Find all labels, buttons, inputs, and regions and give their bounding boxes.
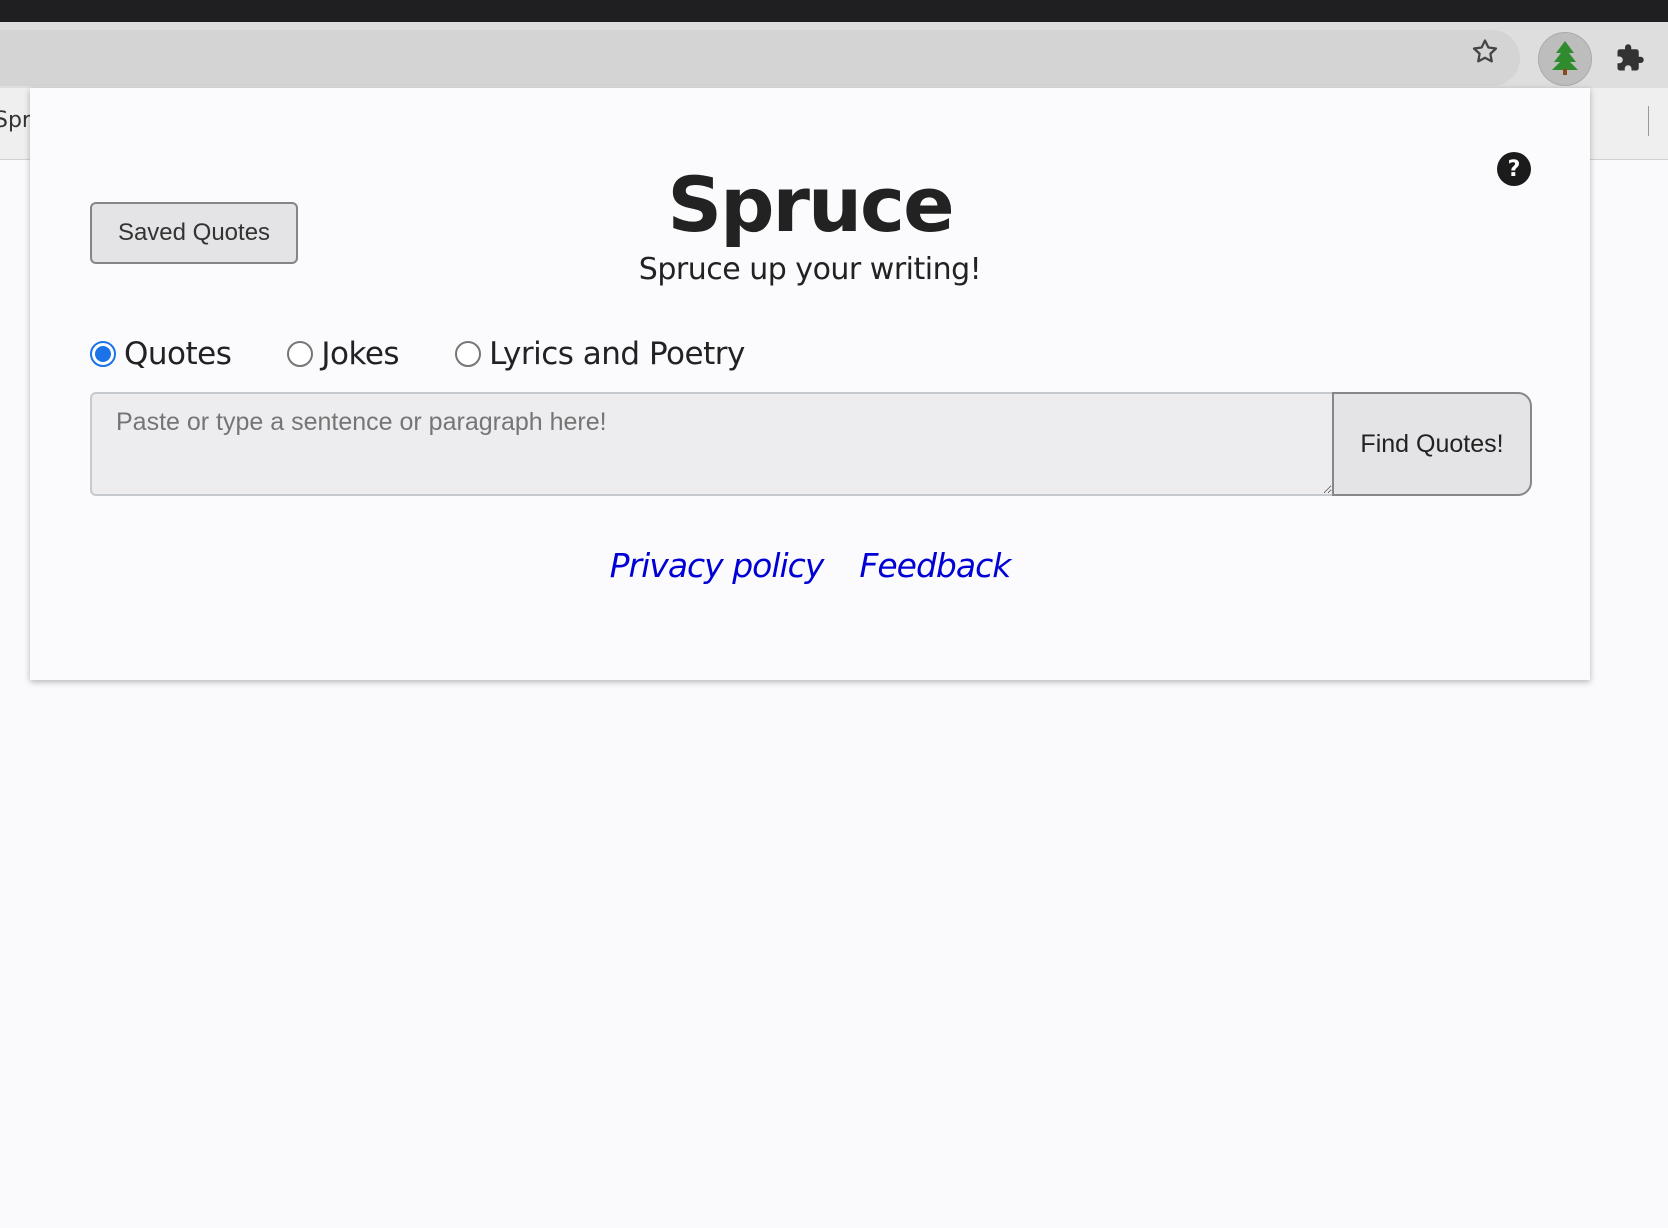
app-tagline: Spruce up your writing! bbox=[638, 252, 982, 287]
feedback-link[interactable]: Feedback bbox=[859, 546, 1011, 585]
spruce-popup: ? Saved Quotes Spruce Spruce up your wri… bbox=[30, 88, 1590, 680]
privacy-policy-link[interactable]: Privacy policy bbox=[610, 546, 825, 585]
mode-label-quotes: Quotes bbox=[124, 336, 232, 372]
window-top-strip bbox=[0, 0, 1668, 22]
spruce-tree-icon bbox=[1550, 39, 1580, 79]
star-icon[interactable] bbox=[1468, 35, 1502, 69]
mode-option-quotes[interactable]: Quotes bbox=[90, 336, 232, 372]
mode-label-jokes: Jokes bbox=[321, 336, 400, 372]
find-quotes-button[interactable]: Find Quotes! bbox=[1332, 392, 1532, 496]
mode-radio-group: Quotes Jokes Lyrics and Poetry bbox=[90, 328, 745, 380]
radio-quotes[interactable] bbox=[90, 341, 116, 367]
browser-toolbar bbox=[0, 22, 1668, 88]
background-divider bbox=[1648, 106, 1649, 136]
mode-option-lyrics[interactable]: Lyrics and Poetry bbox=[455, 336, 745, 372]
puzzle-icon[interactable] bbox=[1610, 38, 1650, 78]
mode-label-lyrics: Lyrics and Poetry bbox=[489, 336, 745, 372]
footer-links: Privacy policy Feedback bbox=[30, 546, 1590, 585]
radio-lyrics[interactable] bbox=[455, 341, 482, 367]
spruce-extension-button[interactable] bbox=[1538, 32, 1592, 86]
mode-option-jokes[interactable]: Jokes bbox=[287, 336, 400, 372]
app-title: Spruce bbox=[667, 160, 954, 249]
background-tab-title: Spr bbox=[0, 108, 31, 133]
radio-jokes[interactable] bbox=[287, 341, 314, 367]
address-bar[interactable] bbox=[0, 30, 1520, 86]
sentence-input[interactable] bbox=[90, 392, 1332, 496]
search-row: Find Quotes! bbox=[90, 392, 1532, 496]
